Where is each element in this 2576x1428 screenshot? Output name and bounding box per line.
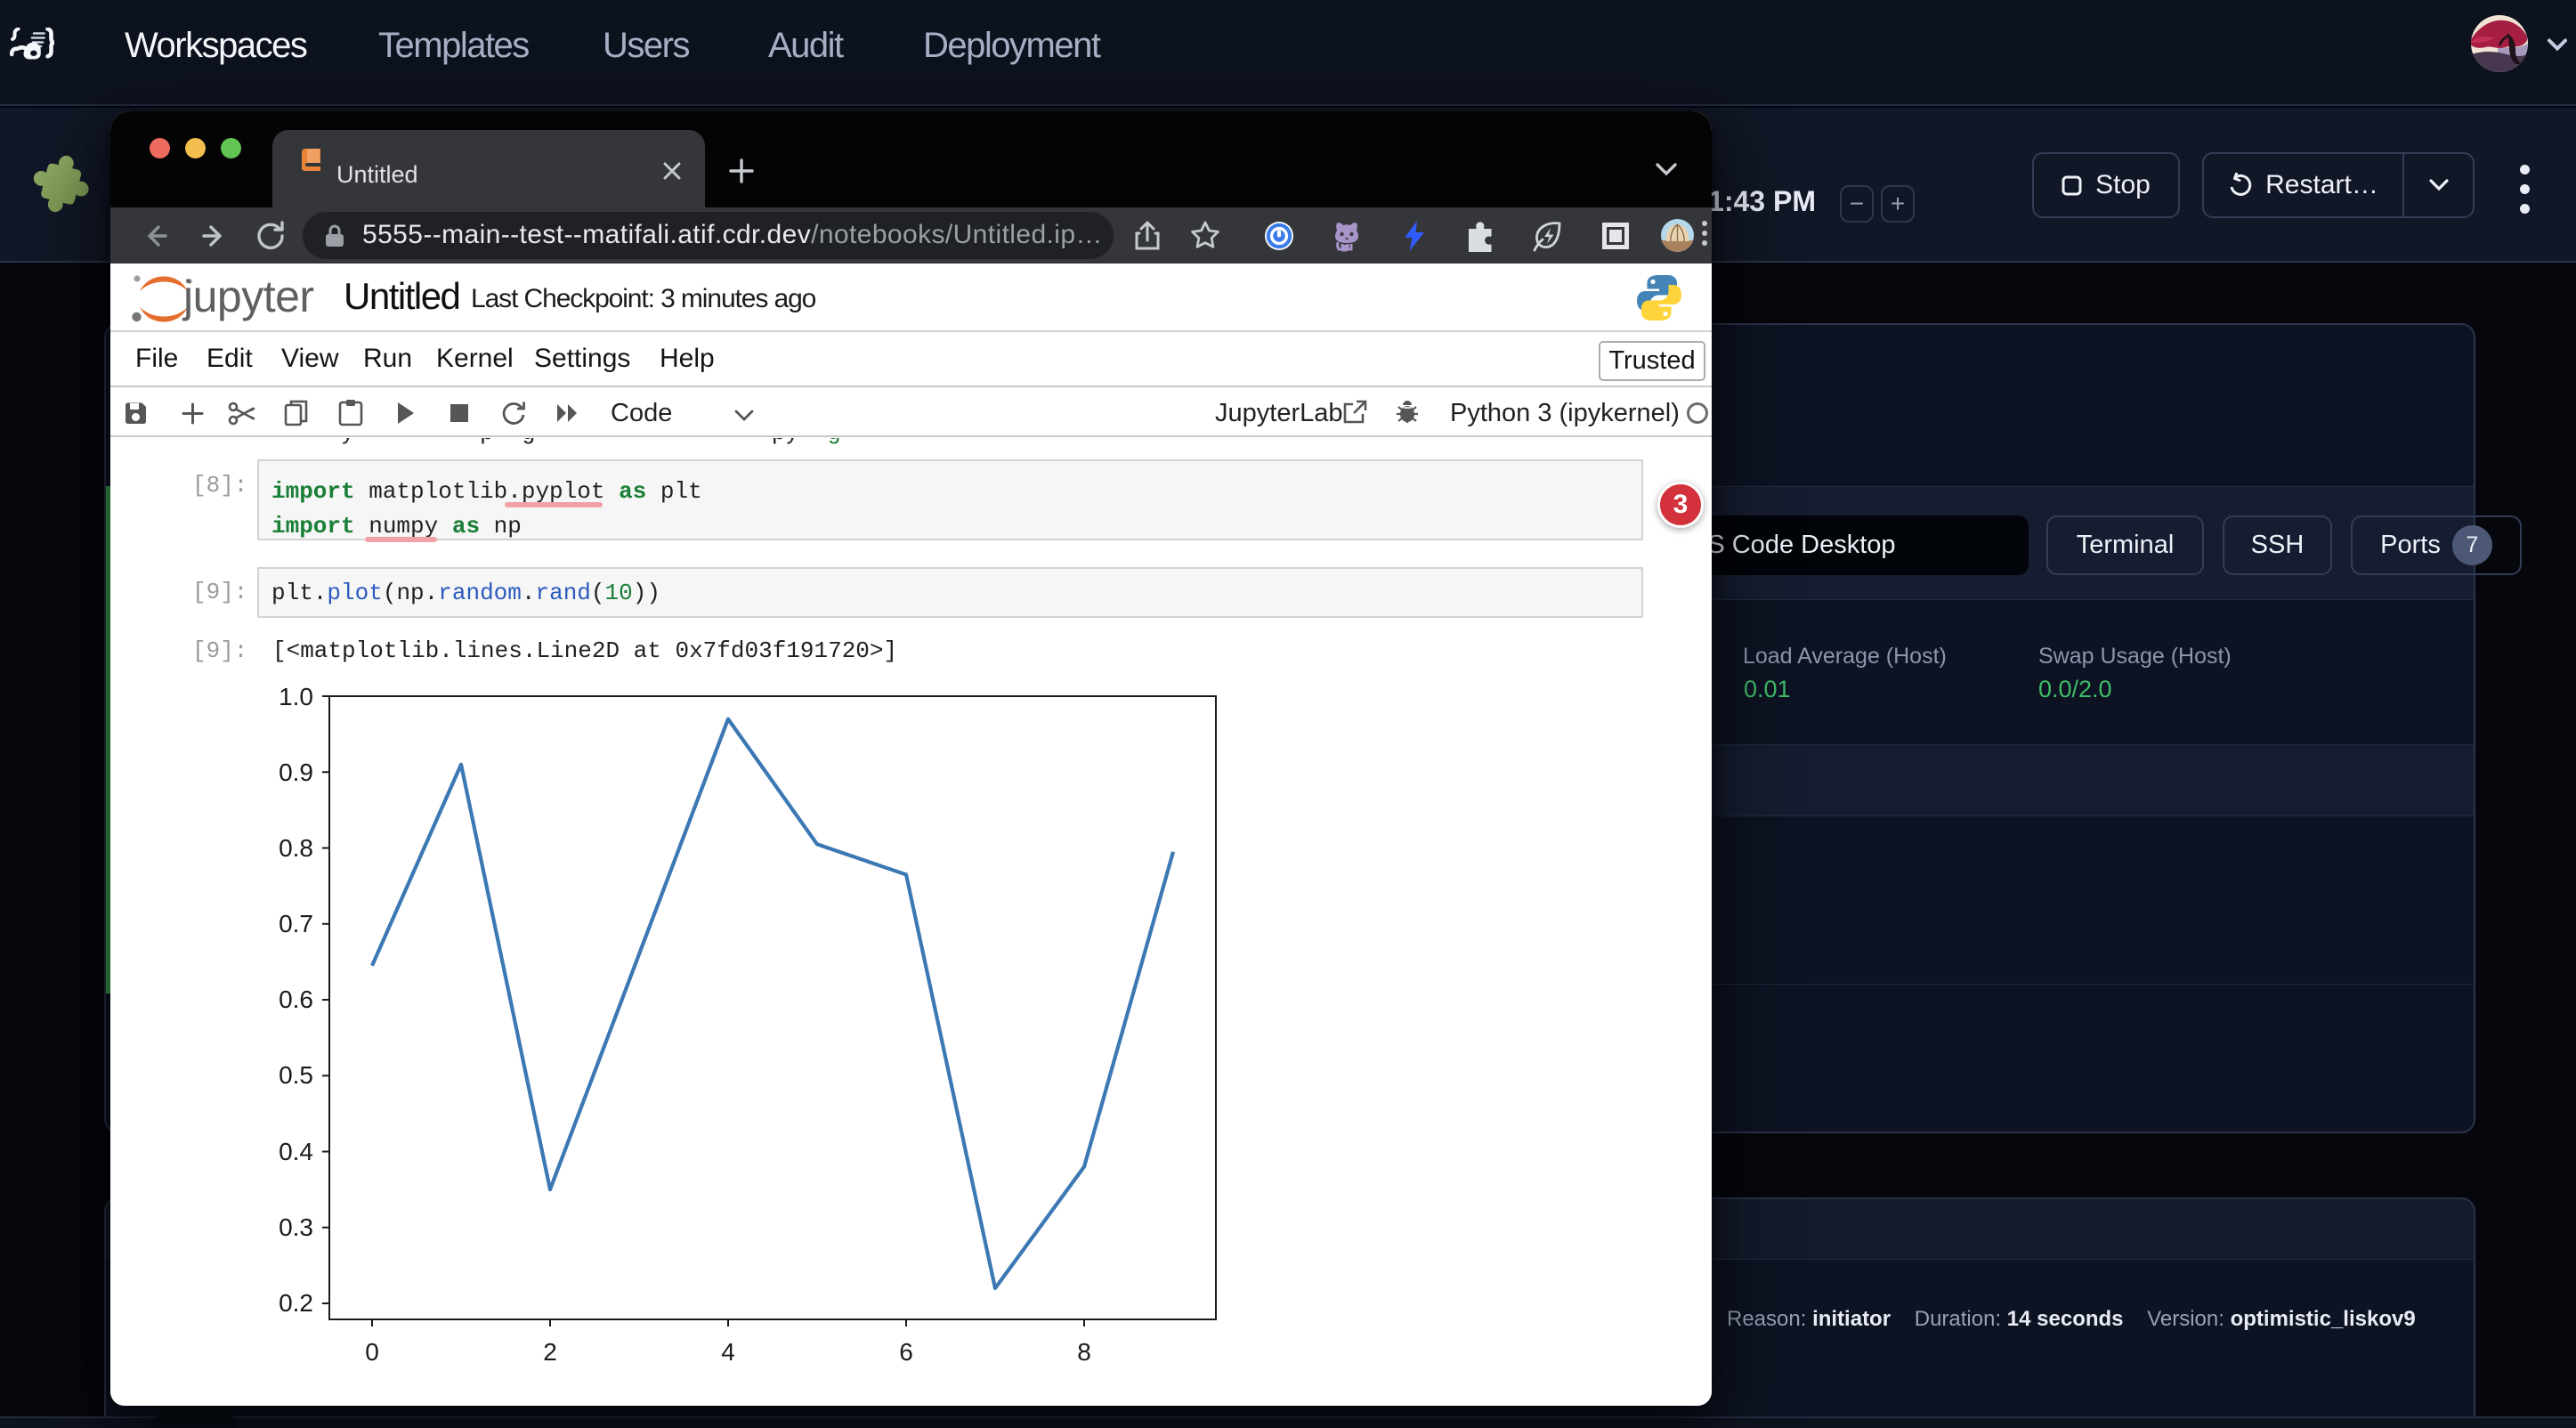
svg-text:1.0: 1.0 [279, 683, 313, 710]
svg-text:8: 8 [1077, 1338, 1091, 1366]
svg-text:0.3: 0.3 [279, 1213, 313, 1241]
svg-text:0.8: 0.8 [279, 834, 313, 862]
svg-text:0.9: 0.9 [279, 759, 313, 786]
svg-text:0.5: 0.5 [279, 1061, 313, 1089]
svg-text:0.4: 0.4 [279, 1138, 313, 1165]
svg-text:0.7: 0.7 [279, 910, 313, 937]
svg-text:6: 6 [899, 1338, 913, 1366]
svg-text:0.6: 0.6 [279, 986, 313, 1013]
svg-text:0: 0 [365, 1338, 379, 1366]
svg-text:0.2: 0.2 [279, 1289, 313, 1317]
svg-text:4: 4 [721, 1338, 735, 1366]
svg-text:2: 2 [543, 1338, 557, 1366]
